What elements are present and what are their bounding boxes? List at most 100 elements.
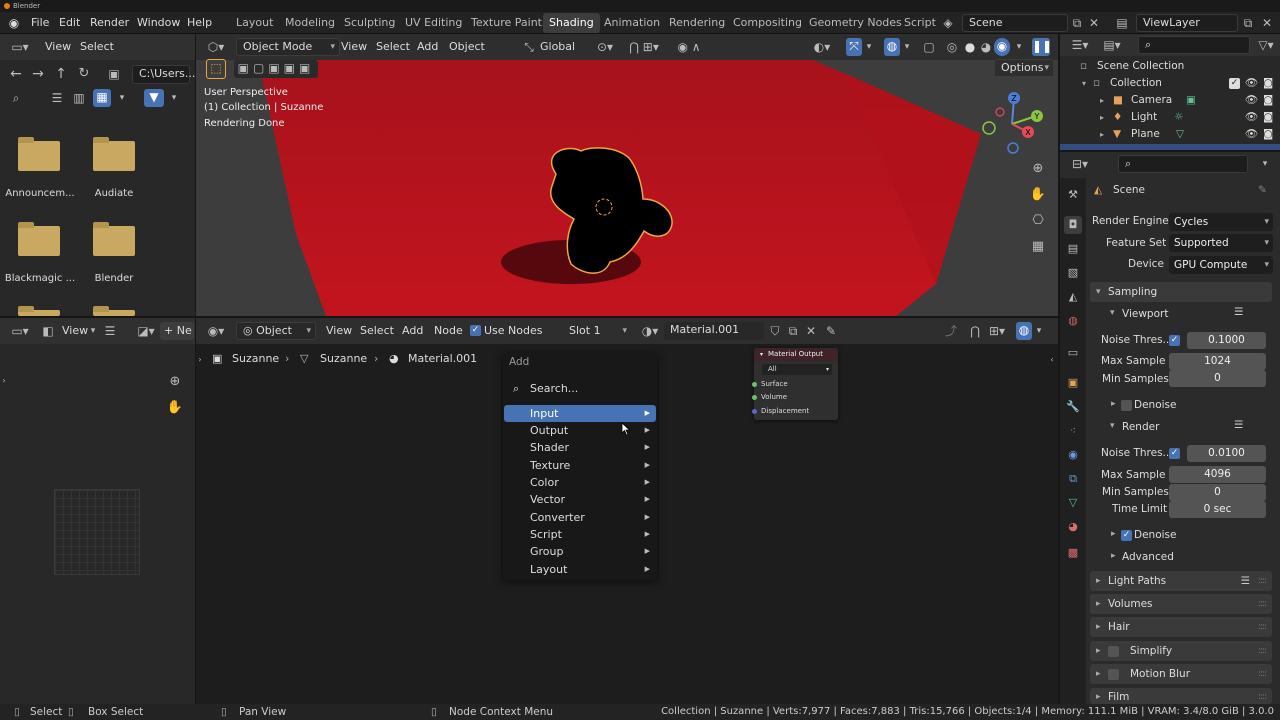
editor-type-icon[interactable]: ▭▾ <box>8 323 32 339</box>
camera-view-icon[interactable]: ⎔ <box>1028 213 1048 229</box>
panel-volumes[interactable]: ▸ Volumes:::: <box>1090 594 1272 614</box>
visibility-eye-icon[interactable]: 👁 <box>1245 75 1258 92</box>
filter-icon[interactable]: ▽▾ <box>1256 37 1276 53</box>
viewport-denoise-label[interactable]: Denoise <box>1134 399 1176 411</box>
folder-icon[interactable] <box>18 222 60 256</box>
pan-hand-icon[interactable]: ✋ <box>166 400 184 416</box>
image-browse-icon[interactable]: ◪▾ <box>134 323 158 339</box>
menu-item-input[interactable]: Input ▶ <box>504 405 656 422</box>
output-target-dropdown[interactable]: All ▾ <box>762 364 832 375</box>
viewlayer-selector-icon[interactable]: ▤ <box>1112 15 1132 31</box>
tab-layout[interactable]: Layout <box>230 13 279 33</box>
menu-help[interactable]: Help <box>187 12 212 34</box>
folder-icon[interactable] <box>18 306 60 316</box>
display-dropdown-icon[interactable]: ▾ <box>116 90 128 106</box>
tree-item-collection[interactable]: ▾ ▫ Collection ✓ 👁 ◙ <box>1060 75 1280 92</box>
xray-icon[interactable]: ▢ <box>922 39 936 55</box>
surface-socket[interactable]: Surface <box>752 380 788 388</box>
drag-handle-icon[interactable]: :::: <box>1258 594 1267 614</box>
thumbnails-icon[interactable]: ▦ <box>93 89 111 107</box>
scene-name-field[interactable]: Scene <box>962 14 1068 32</box>
new-viewlayer-icon[interactable]: ⧉ <box>1241 15 1255 31</box>
display-mode-icon[interactable]: ▤▾ <box>1100 37 1124 53</box>
ne-menu-node[interactable]: Node <box>434 322 463 340</box>
zoom-icon[interactable]: ⊕ <box>166 374 184 390</box>
refresh-icon[interactable]: ↻ <box>76 66 92 82</box>
tree-item-light[interactable]: ▸ ♦ Light ☼ 👁 ◙ <box>1060 109 1280 126</box>
render-max-field[interactable]: 4096 <box>1169 466 1266 483</box>
parent-node-tree-icon[interactable]: ⤴ <box>944 323 958 339</box>
drag-handle-icon[interactable]: :::: <box>1258 688 1267 704</box>
panel-light-paths[interactable]: ▸ Light Paths ☰:::: <box>1090 571 1272 591</box>
view-layer-tab-icon[interactable]: ▧ <box>1064 264 1082 282</box>
tab-modeling[interactable]: Modeling <box>279 13 341 33</box>
simplify-checkbox[interactable] <box>1108 646 1119 657</box>
use-nodes-checkbox[interactable]: ✓ <box>470 325 481 336</box>
tree-item-camera[interactable]: ▸ ■ Camera ▣ 👁 ◙ <box>1060 92 1280 109</box>
fb-menu-view[interactable]: View <box>45 38 71 56</box>
vertical-list-icon[interactable]: ☰ <box>48 90 66 106</box>
presets-list-icon[interactable]: ☰ <box>1234 306 1243 318</box>
pause-render-icon[interactable]: ❚❚ <box>1032 38 1052 56</box>
viewport-noise-field[interactable]: 0.1000 <box>1187 332 1266 349</box>
menu-render[interactable]: Render <box>90 12 129 34</box>
motion-blur-checkbox[interactable] <box>1108 669 1119 680</box>
modifier-tab-icon[interactable]: 🔧 <box>1064 398 1082 416</box>
presets-list-icon[interactable]: ☰ <box>1234 419 1243 431</box>
tab-rendering[interactable]: Rendering <box>663 13 731 33</box>
collapse-arrow-icon[interactable]: ▾ <box>760 348 763 361</box>
snap-icon[interactable]: ⋂ <box>968 323 982 339</box>
chevron-down-icon[interactable]: ▾ <box>1110 308 1115 318</box>
fb-menu-select[interactable]: Select <box>80 38 114 56</box>
folder-icon[interactable] <box>93 306 135 316</box>
horizontal-list-icon[interactable]: ▥ <box>70 90 88 106</box>
ortho-grid-icon[interactable]: ▦ <box>1028 239 1048 255</box>
tab-shading[interactable]: Shading <box>543 13 600 33</box>
volume-socket[interactable]: Volume <box>751 393 787 401</box>
toolbar-toggle-icon[interactable]: › <box>196 352 204 368</box>
search-icon[interactable]: ⌕ <box>8 90 24 106</box>
pan-hand-icon[interactable]: ✋ <box>1028 187 1048 203</box>
panel-film[interactable]: ▸ Film:::: <box>1090 688 1272 704</box>
render-noise-field[interactable]: 0.0100 <box>1187 445 1266 462</box>
chevron-right-icon[interactable]: ▸ <box>1111 529 1116 539</box>
presets-list-icon[interactable]: ☰ <box>1241 571 1250 591</box>
tab-compositing[interactable]: Compositing <box>727 13 808 33</box>
render-camera-icon[interactable]: ◙ <box>1263 109 1273 126</box>
chevron-down-icon[interactable]: ▾ <box>1110 421 1115 431</box>
output-tab-icon[interactable]: ▤ <box>1064 240 1082 258</box>
file-path-field[interactable]: C:\Users... <box>132 65 195 84</box>
rendered-shading-icon[interactable]: ◉ <box>994 38 1010 56</box>
render-denoise-checkbox[interactable]: ✓ <box>1121 530 1132 541</box>
shading-dropdown-icon[interactable]: ▾ <box>1014 39 1024 55</box>
slot-dropdown[interactable]: Slot 1 <box>562 322 632 340</box>
material-tab-icon[interactable]: ◕ <box>1064 518 1082 536</box>
viewport-max-field[interactable]: 1024 <box>1169 353 1266 370</box>
material-browse-icon[interactable]: ◑▾ <box>638 323 662 339</box>
chevron-right-icon[interactable]: ▸ <box>1111 399 1116 409</box>
visibility-eye-icon[interactable]: 👁 <box>1245 109 1258 126</box>
back-icon[interactable]: ← <box>8 66 24 82</box>
image-menu-view[interactable]: View <box>62 322 88 340</box>
menu-item-texture[interactable]: Texture ▶ <box>504 457 656 474</box>
material-output-node[interactable]: ▾ Material Output All ▾ Surface Volume Dis… <box>751 348 838 420</box>
vp-menu-view[interactable]: View <box>341 38 367 56</box>
panel-hair[interactable]: ▸ Hair:::: <box>1090 617 1272 637</box>
3d-viewport[interactable]: ⬡▾ Object Mode View Select Add Object ⤡ … <box>196 34 1058 316</box>
image-mode-icon[interactable]: ◧ <box>40 323 56 339</box>
expand-arrow-icon[interactable]: ▸ <box>1100 92 1104 109</box>
world-tab-icon[interactable]: ◍ <box>1064 312 1082 330</box>
panel-sampling[interactable]: ▾ Sampling <box>1090 282 1272 302</box>
shader-type-dropdown[interactable]: ◎ Object <box>236 322 316 340</box>
options-dropdown[interactable]: Options <box>994 59 1054 77</box>
exclude-checkbox[interactable]: ✓ <box>1229 78 1240 89</box>
menu-item-vector[interactable]: Vector ▶ <box>504 491 656 508</box>
unlink-material-icon[interactable]: ✕ <box>804 323 818 339</box>
sidebar-toggle-icon[interactable]: ‹ <box>1048 352 1056 368</box>
orientation-icon[interactable]: ⤡ <box>521 39 537 55</box>
collection-tab-icon[interactable]: ▭ <box>1064 344 1082 362</box>
menu-item-script[interactable]: Script ▶ <box>504 526 656 543</box>
drag-handle-icon[interactable]: :::: <box>1258 617 1267 637</box>
pivot-icon[interactable]: ⊙▾ <box>594 39 616 55</box>
pin-icon[interactable]: ✎ <box>1258 184 1267 196</box>
